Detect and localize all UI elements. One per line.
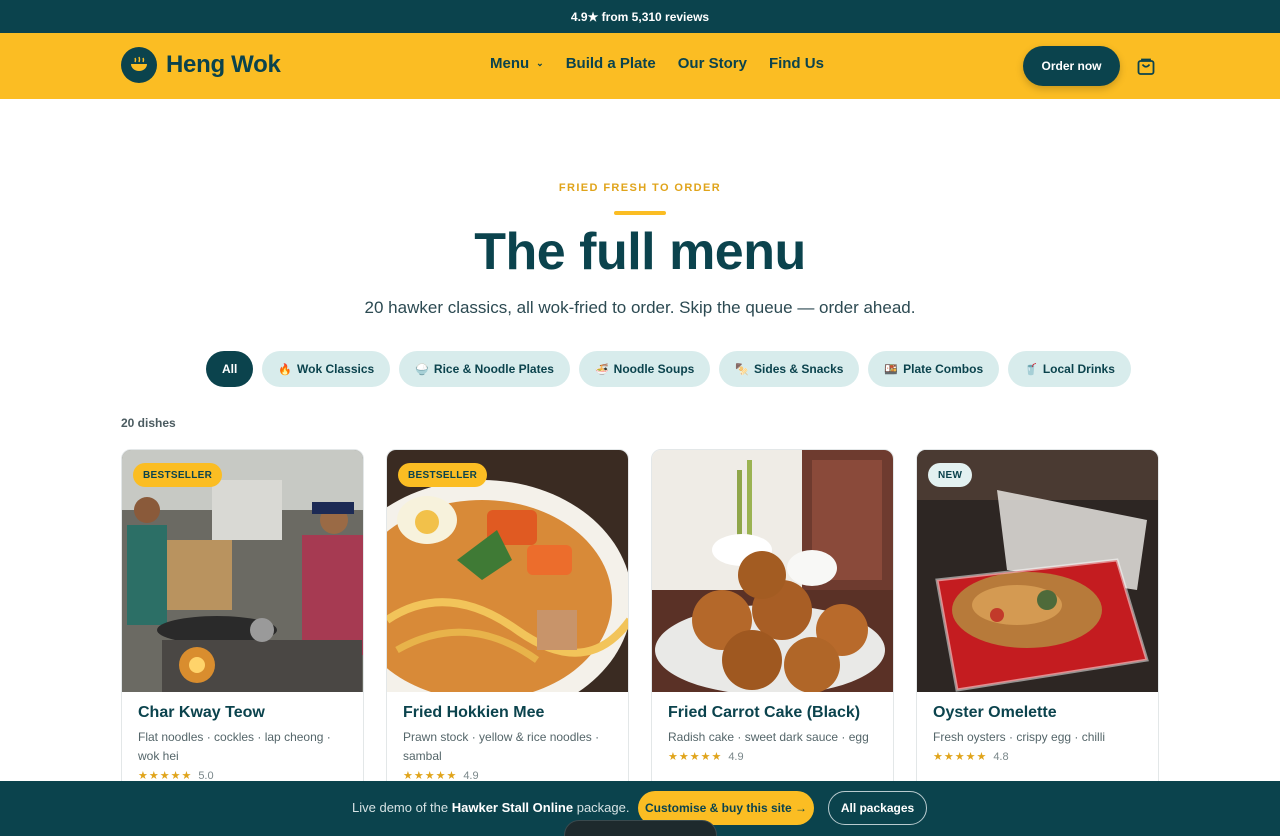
filter-label: Noodle Soups bbox=[613, 362, 695, 376]
filter-label: Local Drinks bbox=[1042, 362, 1115, 376]
dish-photo-fried-carrot-cake bbox=[652, 450, 893, 692]
nav-menu[interactable]: Menu ⌄ bbox=[490, 55, 544, 72]
nav-build-label: Build a Plate bbox=[565, 55, 656, 72]
filter-wok-classics[interactable]: 🔥 Wok Classics bbox=[262, 351, 391, 387]
dish-photo-char-kway-teow: BESTSELLER bbox=[122, 450, 363, 692]
filter-rice-noodle-plates[interactable]: 🍚 Rice & Noodle Plates bbox=[399, 351, 570, 387]
nav-story-label: Our Story bbox=[677, 55, 747, 72]
dish-count: 20 dishes bbox=[121, 416, 176, 430]
dish-description: Prawn stock · yellow & rice noodles · sa… bbox=[403, 730, 600, 763]
star-rating-icon: ★★★★★ bbox=[668, 751, 723, 763]
section-eyebrow: FRIED FRESH TO ORDER bbox=[558, 182, 722, 194]
noodle-bowl-icon: 🍜 bbox=[594, 363, 609, 376]
main-nav: Menu ⌄ Build a Plate Our Story Find Us bbox=[490, 55, 846, 72]
chevron-down-icon: ⌄ bbox=[536, 58, 544, 68]
rating-value: 4.9 bbox=[728, 750, 744, 763]
filter-label: Sides & Snacks bbox=[754, 362, 844, 376]
dish-rating: ★★★★★ 4.9 bbox=[668, 750, 877, 764]
dish-name: Fried Carrot Cake (Black) bbox=[668, 704, 861, 721]
dish-name: Char Kway Teow bbox=[138, 704, 265, 721]
page-subtitle: 20 hawker classics, all wok-fried to ord… bbox=[364, 298, 916, 317]
filter-label: Rice & Noodle Plates bbox=[433, 362, 554, 376]
category-filters: All 🔥 Wok Classics 🍚 Rice & Noodle Plate… bbox=[206, 351, 1140, 387]
dish-description: Fresh oysters · crispy egg · chilli bbox=[933, 730, 1106, 744]
bestseller-badge: BESTSELLER bbox=[398, 463, 488, 487]
skewer-icon: 🍢 bbox=[735, 363, 750, 376]
rating-value: 4.8 bbox=[993, 750, 1009, 763]
site-header: Heng Wok Menu ⌄ Build a Plate Our Story … bbox=[0, 33, 1280, 99]
dish-rating: ★★★★★ 4.8 bbox=[933, 750, 1142, 764]
page-title: The full menu bbox=[474, 223, 806, 281]
nav-find-us[interactable]: Find Us bbox=[769, 55, 824, 72]
filter-all[interactable]: All bbox=[206, 351, 254, 387]
nav-find-label: Find Us bbox=[768, 55, 824, 72]
dish-description: Radish cake · sweet dark sauce · egg bbox=[668, 730, 869, 744]
dish-name: Oyster Omelette bbox=[933, 704, 1057, 721]
dish-card[interactable]: Fried Carrot Cake (Black) Radish cake · … bbox=[651, 449, 894, 809]
filter-label: Wok Classics bbox=[297, 362, 375, 376]
nav-menu-label: Menu bbox=[490, 55, 530, 72]
rating-value: 4.9 bbox=[463, 769, 479, 782]
dish-name: Fried Hokkien Mee bbox=[403, 704, 545, 721]
all-packages-button[interactable]: All packages bbox=[828, 791, 927, 825]
demo-text-pre: Live demo of the bbox=[352, 800, 452, 815]
dish-photo-fried-hokkien-mee: BESTSELLER bbox=[387, 450, 628, 692]
star-rating-icon: ★★★★★ bbox=[933, 751, 988, 763]
review-summary: 4.9★ from 5,310 reviews bbox=[570, 9, 710, 24]
filter-plate-combos[interactable]: 🍱 Plate Combos bbox=[868, 351, 1000, 387]
rating-value: 5.0 bbox=[198, 769, 214, 782]
dish-card[interactable]: BESTSELLER Fried Hokkien Mee Prawn stock… bbox=[386, 449, 629, 809]
dish-photo-oyster-omelette: NEW bbox=[917, 450, 1158, 692]
demo-text: Live demo of the Hawker Stall Online pac… bbox=[352, 800, 629, 815]
dish-description: Flat noodles · cockles · lap cheong · wo… bbox=[138, 730, 331, 763]
drink-icon: 🥤 bbox=[1024, 363, 1038, 376]
bestseller-badge: BESTSELLER bbox=[133, 463, 223, 487]
filter-sides-snacks[interactable]: 🍢 Sides & Snacks bbox=[719, 351, 860, 387]
rice-icon: 🍚 bbox=[415, 363, 429, 376]
nav-build-a-plate[interactable]: Build a Plate bbox=[566, 55, 656, 72]
filter-noodle-soups[interactable]: 🍜 Noodle Soups bbox=[578, 351, 711, 387]
demo-text-post: package. bbox=[573, 800, 630, 815]
filter-label: All bbox=[222, 362, 238, 376]
brand-logo[interactable]: Heng Wok bbox=[121, 47, 281, 83]
nav-our-story[interactable]: Our Story bbox=[678, 55, 747, 72]
floating-toolbar[interactable] bbox=[564, 820, 717, 836]
review-banner: 4.9★ from 5,310 reviews bbox=[0, 0, 1280, 33]
brand-name: Heng Wok bbox=[166, 51, 281, 78]
fire-icon: 🔥 bbox=[278, 363, 293, 376]
wok-bowl-icon bbox=[121, 47, 157, 83]
order-now-button[interactable]: Order now bbox=[1023, 46, 1120, 86]
filter-local-drinks[interactable]: 🥤 Local Drinks bbox=[1008, 351, 1131, 387]
eyebrow-divider bbox=[614, 211, 666, 215]
dish-card[interactable]: BESTSELLER Char Kway Teow Flat noodles ·… bbox=[121, 449, 364, 809]
package-name: Hawker Stall Online bbox=[451, 800, 574, 815]
bento-icon: 🍱 bbox=[884, 363, 899, 376]
filter-label: Plate Combos bbox=[903, 362, 984, 376]
shopping-bag-icon[interactable] bbox=[1136, 56, 1156, 76]
dish-card[interactable]: NEW Oyster Omelette Fresh oysters · cris… bbox=[916, 449, 1159, 809]
dish-grid: BESTSELLER Char Kway Teow Flat noodles ·… bbox=[121, 449, 1159, 809]
new-badge: NEW bbox=[928, 463, 973, 487]
